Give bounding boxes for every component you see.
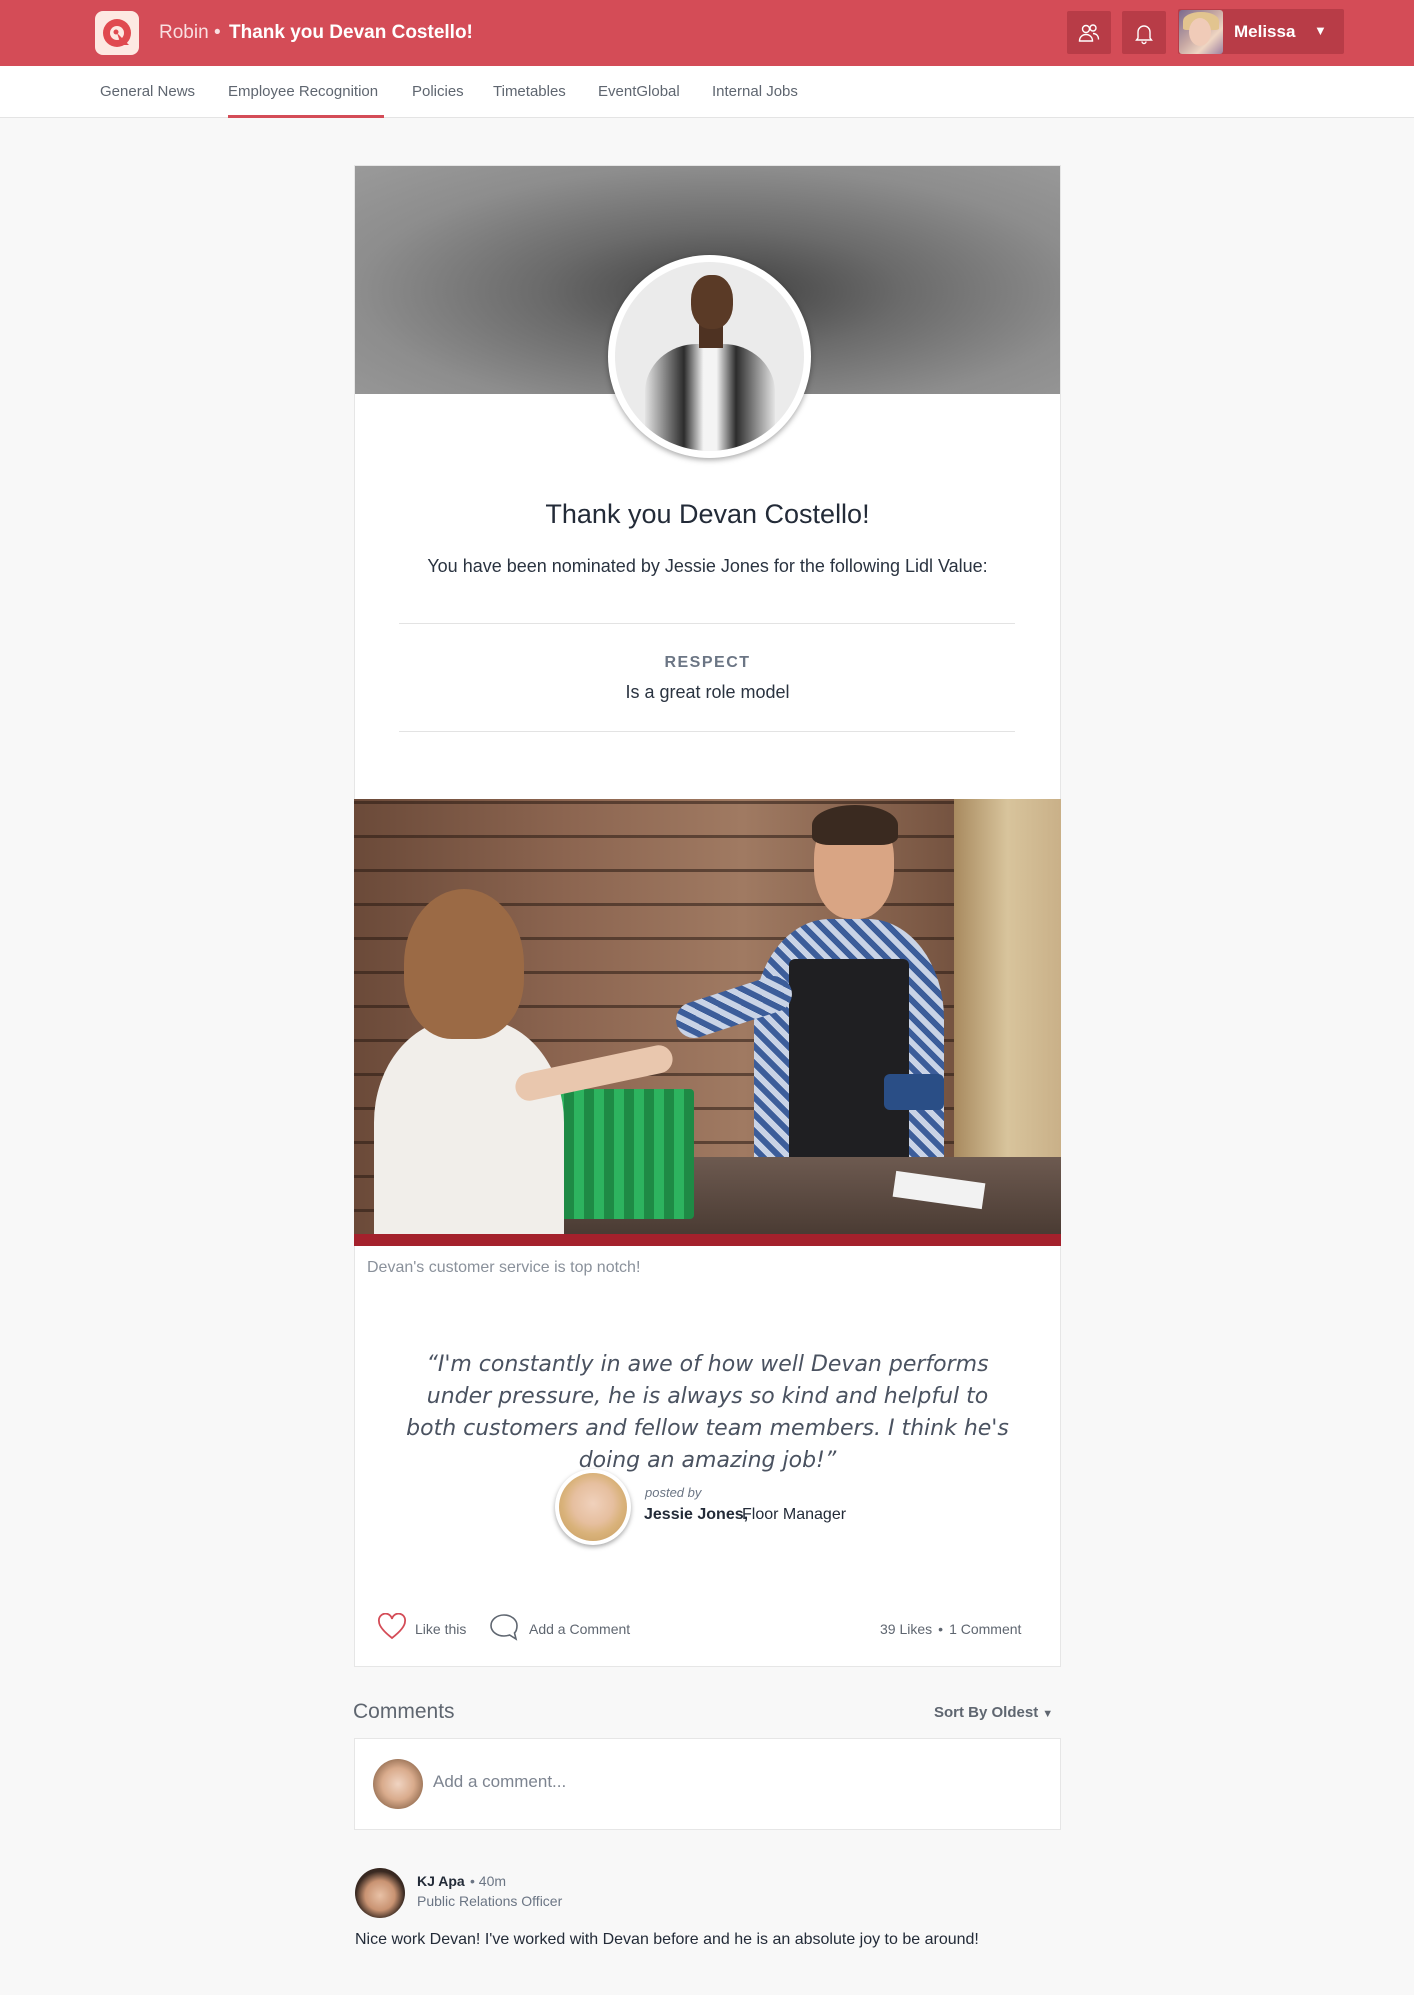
value-description: Is a great role model xyxy=(625,682,790,702)
bell-icon xyxy=(1135,25,1153,45)
sort-dropdown[interactable]: Sort By Oldest ▼ xyxy=(934,1704,1053,1721)
notifications-button[interactable] xyxy=(1122,11,1166,54)
tab-employee-recognition[interactable]: Employee Recognition xyxy=(228,83,378,100)
likes-count[interactable]: 39 Likes xyxy=(880,1621,932,1637)
comment-text: Nice work Devan! I've worked with Devan … xyxy=(355,1931,979,1948)
comments-heading: Comments xyxy=(353,1700,455,1723)
poster-name[interactable]: Jessie Jones, xyxy=(644,1506,748,1524)
stats-separator: • xyxy=(938,1621,944,1637)
sort-label: Sort By Oldest xyxy=(934,1704,1039,1721)
comment-input[interactable] xyxy=(433,1772,1033,1792)
value-title: RESPECT xyxy=(664,654,751,671)
avatar xyxy=(1179,10,1223,54)
poster-avatar[interactable] xyxy=(555,1469,631,1545)
photo-caption: Devan's customer service is top notch! xyxy=(367,1259,641,1276)
user-menu[interactable]: Melissa ▼ xyxy=(1178,9,1344,54)
comment-composer xyxy=(354,1738,1061,1830)
comments-count[interactable]: 1 Comment xyxy=(949,1621,1021,1637)
title-separator: • xyxy=(214,22,221,43)
logo-icon[interactable] xyxy=(95,11,139,55)
active-tab-indicator xyxy=(228,115,384,118)
heart-icon[interactable] xyxy=(377,1613,407,1641)
avatar xyxy=(373,1759,423,1809)
like-button[interactable]: Like this xyxy=(415,1621,466,1637)
divider xyxy=(399,731,1015,732)
nominee-avatar xyxy=(608,255,811,458)
nomination-quote: “I'm constantly in awe of how well Devan… xyxy=(406,1352,1009,1473)
divider xyxy=(399,623,1015,624)
tab-internal-jobs[interactable]: Internal Jobs xyxy=(712,83,798,100)
comment-icon[interactable] xyxy=(488,1612,520,1642)
section-nav: General News Employee Recognition Polici… xyxy=(0,66,1414,118)
brand-name[interactable]: Robin xyxy=(159,22,209,44)
post-title: Thank you Devan Costello! xyxy=(545,499,870,529)
top-header: Robin • Thank you Devan Costello! Meliss… xyxy=(0,0,1414,66)
comment-author-role: Public Relations Officer xyxy=(417,1893,563,1909)
post-stats: 39 Likes • 1 Comment xyxy=(880,1621,1021,1637)
comment-time: • 40m xyxy=(470,1873,507,1889)
nomination-text: You have been nominated by Jessie Jones … xyxy=(427,556,988,576)
avatar[interactable] xyxy=(355,1868,405,1918)
people-icon xyxy=(1078,24,1100,42)
tab-policies[interactable]: Policies xyxy=(412,83,464,100)
tab-eventglobal[interactable]: EventGlobal xyxy=(598,83,680,100)
chevron-down-icon[interactable]: ▼ xyxy=(1314,23,1327,38)
posted-by-label: posted by xyxy=(645,1485,702,1500)
post-photo[interactable] xyxy=(354,799,1061,1246)
page-title: Thank you Devan Costello! xyxy=(229,22,473,43)
chevron-down-icon: ▼ xyxy=(1042,1708,1054,1720)
people-button[interactable] xyxy=(1067,11,1111,54)
poster-role: Floor Manager xyxy=(742,1506,847,1523)
add-comment-button[interactable]: Add a Comment xyxy=(529,1621,630,1637)
tab-timetables[interactable]: Timetables xyxy=(493,83,566,100)
user-name: Melissa xyxy=(1234,22,1296,41)
tab-general-news[interactable]: General News xyxy=(100,83,195,100)
comment-author[interactable]: KJ Apa xyxy=(417,1873,465,1889)
recognition-post-card: Thank you Devan Costello! You have been … xyxy=(354,165,1061,1667)
